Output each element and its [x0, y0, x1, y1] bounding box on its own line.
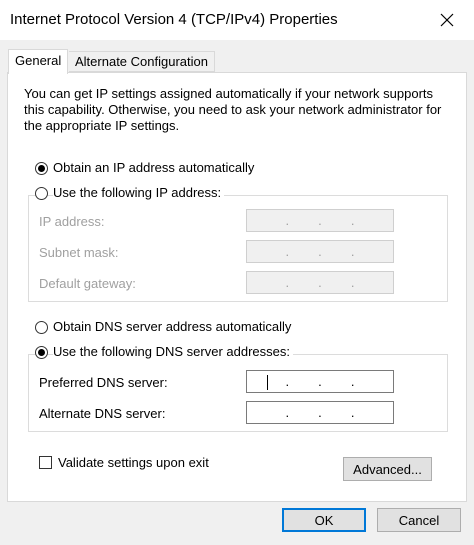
octet-dot: . [350, 213, 355, 228]
label-validate-settings[interactable]: Validate settings upon exit [58, 455, 209, 470]
alternate-dns-input[interactable]: ... [246, 401, 394, 424]
tab-general[interactable]: General [8, 49, 69, 74]
octet-dot: . [350, 244, 355, 259]
octet-dot: . [350, 374, 355, 389]
octet-dot: . [318, 374, 322, 389]
octet-dot: . [285, 405, 290, 420]
ip-address-input: ... [246, 209, 394, 232]
radio-obtain-ip-auto[interactable] [35, 162, 48, 175]
text-caret [267, 375, 268, 390]
octet-dot: . [318, 275, 322, 290]
label-obtain-ip-auto[interactable]: Obtain an IP address automatically [53, 160, 254, 175]
preferred-dns-input[interactable]: ... [246, 370, 394, 393]
octet-dot: . [285, 374, 290, 389]
description-text: You can get IP settings assigned automat… [24, 86, 442, 133]
label-subnet-mask: Subnet mask: [39, 245, 119, 260]
octet-dot: . [285, 244, 290, 259]
subnet-mask-input: ... [246, 240, 394, 263]
label-preferred-dns: Preferred DNS server: [39, 375, 168, 390]
window-title: Internet Protocol Version 4 (TCP/IPv4) P… [10, 11, 338, 28]
octet-dot: . [318, 405, 322, 420]
label-alternate-dns: Alternate DNS server: [39, 406, 166, 421]
validate-settings-checkbox[interactable] [39, 456, 52, 469]
radio-use-following-dns[interactable] [35, 346, 48, 359]
octet-dot: . [318, 244, 322, 259]
radio-obtain-dns-auto[interactable] [35, 321, 48, 334]
close-button[interactable] [424, 4, 470, 36]
ok-button[interactable]: OK [282, 508, 366, 532]
label-default-gateway: Default gateway: [39, 276, 136, 291]
default-gateway-input: ... [246, 271, 394, 294]
octet-dot: . [350, 275, 355, 290]
octet-dot: . [285, 213, 290, 228]
tab-alternate-configuration[interactable]: Alternate Configuration [69, 51, 215, 72]
close-icon [440, 13, 454, 27]
advanced-button[interactable]: Advanced... [343, 457, 432, 481]
octet-dot: . [285, 275, 290, 290]
radio-use-following-ip[interactable] [35, 187, 48, 200]
octet-dot: . [350, 405, 355, 420]
label-use-following-ip[interactable]: Use the following IP address: [53, 185, 225, 200]
radio-selected-dot [38, 165, 45, 172]
octet-dot: . [318, 213, 322, 228]
label-obtain-dns-auto[interactable]: Obtain DNS server address automatically [53, 319, 291, 334]
label-use-following-dns[interactable]: Use the following DNS server addresses: [53, 344, 293, 359]
cancel-button[interactable]: Cancel [377, 508, 461, 532]
label-ip-address: IP address: [39, 214, 105, 229]
radio-selected-dot [38, 349, 45, 356]
